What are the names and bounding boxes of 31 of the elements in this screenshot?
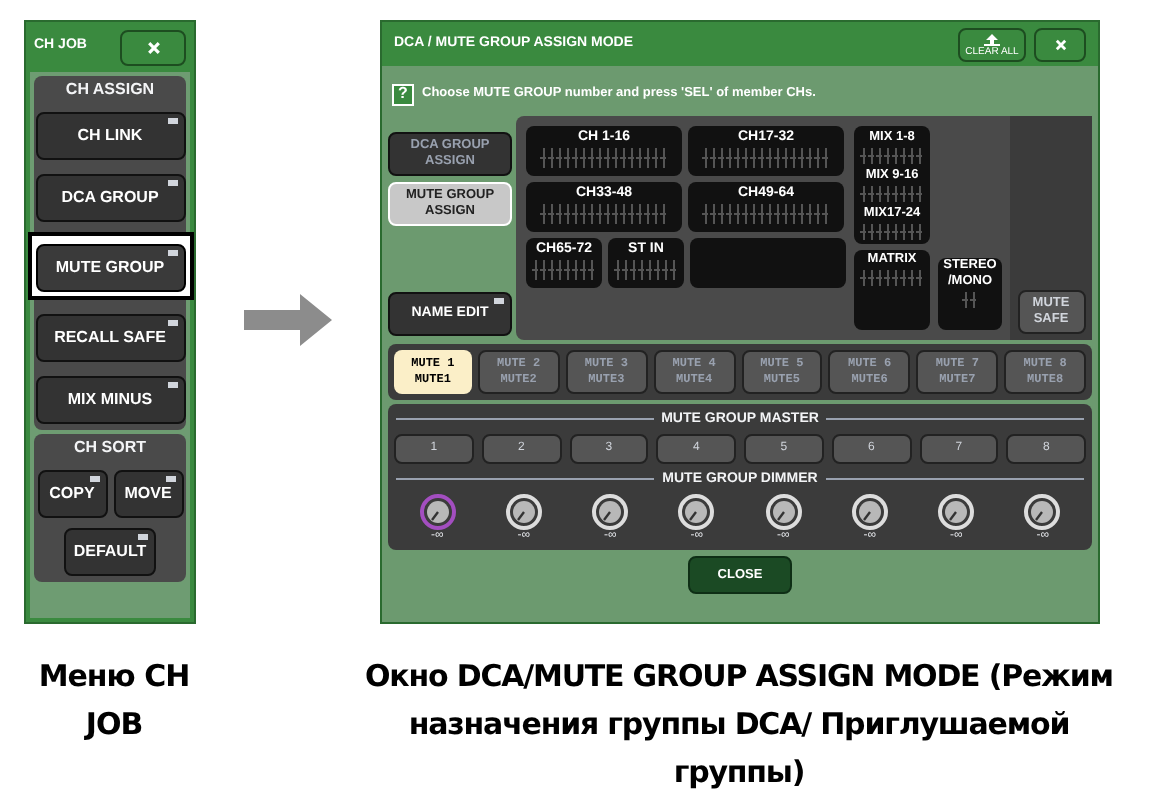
section-title: CH ASSIGN bbox=[65, 78, 155, 102]
menu-button[interactable]: COPY bbox=[37, 470, 107, 518]
knob[interactable] bbox=[419, 494, 456, 530]
faders-drawing bbox=[860, 184, 924, 204]
faders-drawing bbox=[540, 146, 668, 170]
close-icon bbox=[1053, 37, 1067, 51]
close-button[interactable] bbox=[1034, 27, 1086, 61]
menu-button[interactable]: MUTE GROUP bbox=[35, 244, 185, 292]
window-caption: Окно DCA/MUTE GROUP ASSIGN MODE (Режим назначения группы DCA/ Приглушаемой группы) bbox=[363, 656, 1115, 794]
close-button[interactable] bbox=[120, 29, 186, 65]
close-icon bbox=[145, 39, 161, 55]
arrow-icon bbox=[244, 294, 332, 346]
faders-drawing bbox=[702, 146, 830, 170]
help-mark: ? bbox=[392, 83, 414, 105]
faders-drawing bbox=[532, 258, 596, 282]
faders-drawing bbox=[860, 146, 924, 166]
menu-button[interactable]: MOVE bbox=[113, 470, 183, 518]
menu-button[interactable]: MIX MINUS bbox=[35, 376, 185, 424]
faders-drawing bbox=[614, 258, 678, 282]
menu-button[interactable]: DEFAULT bbox=[64, 528, 156, 576]
menu-button[interactable]: DCA GROUP bbox=[35, 174, 185, 222]
menu-caption: Меню CH JOB bbox=[36, 656, 192, 746]
upload-icon bbox=[984, 33, 1000, 45]
faders-drawing bbox=[962, 290, 978, 310]
faders-drawing bbox=[540, 202, 668, 226]
faders-drawing bbox=[702, 202, 830, 226]
menu-button[interactable]: CH LINK bbox=[35, 112, 185, 160]
menu-button[interactable]: RECALL SAFE bbox=[35, 314, 185, 362]
faders-drawing bbox=[860, 222, 924, 242]
faders-drawing bbox=[860, 268, 924, 288]
section-title: CH SORT bbox=[74, 436, 146, 460]
